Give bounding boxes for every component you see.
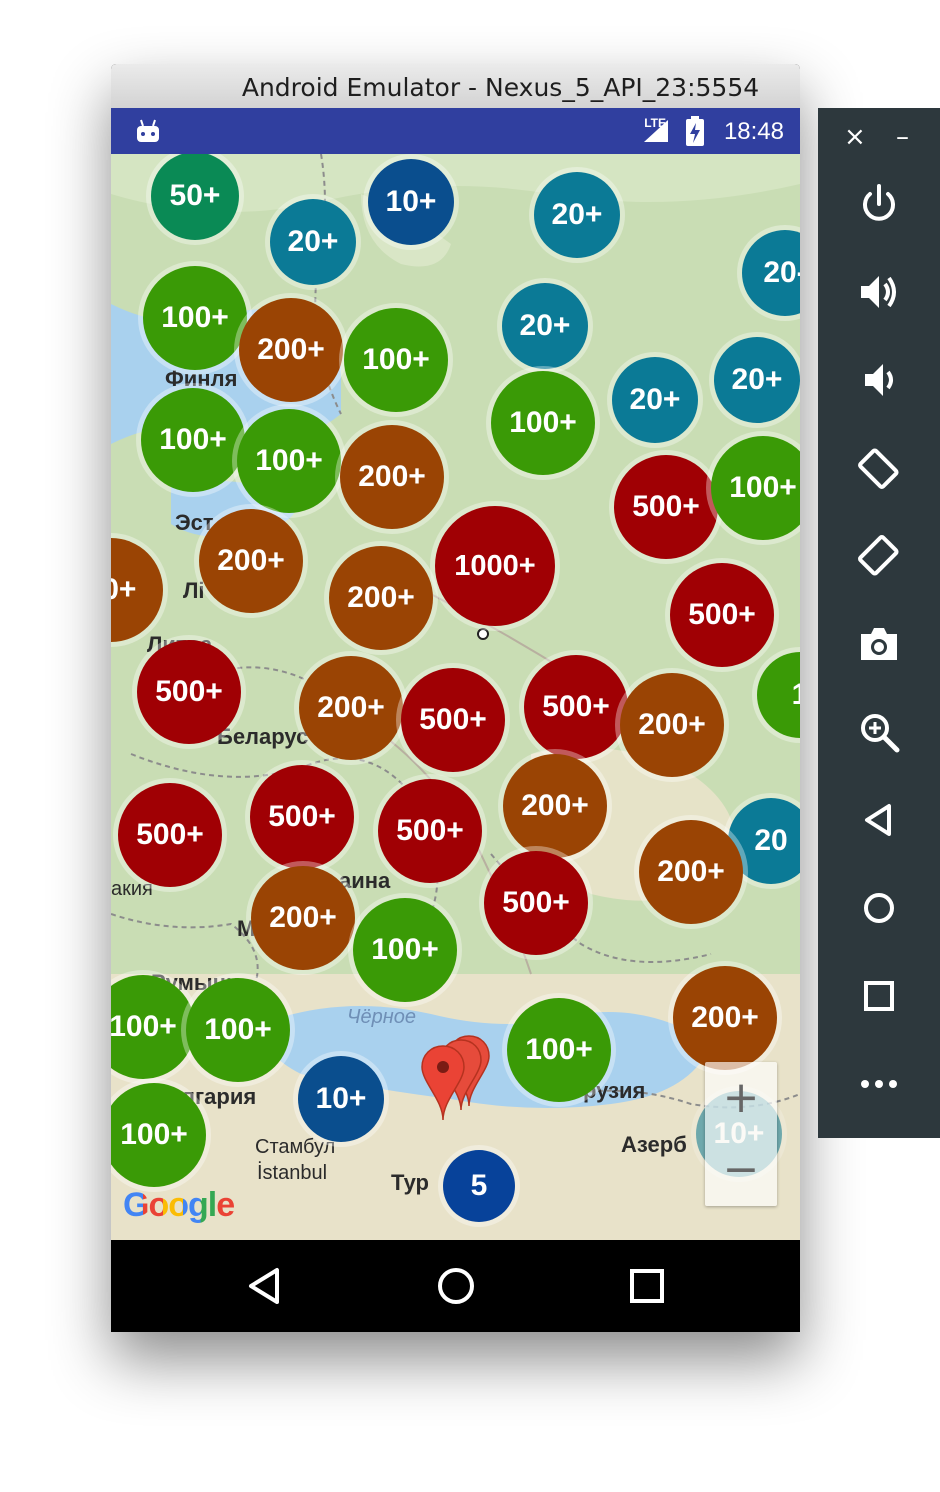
cluster-marker[interactable]: 100+ (491, 371, 595, 475)
cluster-marker[interactable]: 20+ (612, 357, 698, 443)
title-bar: Android Emulator - Nexus_5_API_23:5554 (111, 64, 800, 109)
rotate-left-icon[interactable] (855, 444, 903, 492)
cluster-marker[interactable]: 500+ (137, 640, 241, 744)
map-label-istanbul: İstanbul (257, 1162, 328, 1184)
map-label-belarus: Беларус (217, 724, 309, 749)
cluster-marker[interactable]: 1000+ (435, 506, 555, 626)
cluster-marker[interactable]: 200+ (299, 656, 403, 760)
google-logo: Google (123, 1186, 235, 1225)
cluster-marker[interactable]: 500+ (670, 563, 774, 667)
zoom-in-button[interactable]: + (705, 1062, 777, 1134)
cluster-marker[interactable]: 20+ (502, 283, 588, 369)
cluster-marker[interactable]: 200+ (503, 754, 607, 858)
cluster-marker[interactable]: 500+ (250, 765, 354, 869)
cluster-marker[interactable]: 100+ (237, 409, 341, 513)
cluster-marker[interactable]: 50+ (151, 154, 239, 240)
volume-down-icon[interactable] (855, 356, 903, 404)
map-view[interactable]: Финля Эст Лі Литва Беларус М аина акия Р… (111, 154, 800, 1240)
map-label-azerbaijan: Азерб (621, 1132, 687, 1157)
nav-back-button[interactable] (237, 1258, 293, 1314)
emulator-window: Android Emulator - Nexus_5_API_23:5554 L… (111, 64, 800, 1332)
zoom-out-button[interactable]: − (705, 1134, 777, 1206)
nav-home-button[interactable] (428, 1258, 484, 1314)
signal-icon (642, 118, 670, 149)
window-title: Android Emulator - Nexus_5_API_23:5554 (241, 73, 760, 102)
battery-icon (686, 116, 704, 151)
cluster-marker[interactable]: 100+ (186, 978, 290, 1082)
cluster-marker[interactable]: 200+ (199, 509, 303, 613)
status-time: 18:48 (723, 118, 784, 145)
overview-icon[interactable] (855, 972, 903, 1020)
status-bar: LTE 18:48 (111, 108, 800, 154)
camera-icon[interactable] (855, 620, 903, 668)
cluster-marker[interactable]: 200+ (673, 966, 777, 1070)
more-icon[interactable] (855, 1060, 903, 1108)
cluster-marker[interactable]: 500+ (484, 851, 588, 955)
cluster-marker[interactable]: 200+ (239, 298, 343, 402)
cluster-marker[interactable]: 100+ (353, 898, 457, 1002)
android-notification-icon (135, 118, 161, 149)
cluster-marker[interactable]: 100+ (344, 308, 448, 412)
zoom-icon[interactable] (855, 708, 903, 756)
google-attribution: Google (123, 1186, 235, 1224)
navigation-bar (111, 1240, 800, 1332)
cluster-marker[interactable]: 100+ (143, 266, 247, 370)
cluster-marker[interactable]: 500+ (614, 455, 718, 559)
map-label-black-sea: Чёрное (347, 1006, 416, 1028)
cluster-marker[interactable]: 100+ (141, 388, 245, 492)
map-marker-group[interactable] (417, 1032, 497, 1132)
cluster-marker[interactable]: 500+ (401, 668, 505, 772)
cluster-marker[interactable]: 200+ (329, 546, 433, 650)
map-label-turkey: Тур (391, 1170, 429, 1195)
map-label-latvia: Лі (183, 578, 205, 603)
volume-up-icon[interactable] (855, 268, 903, 316)
cluster-marker[interactable]: 10+ (368, 159, 454, 245)
nav-overview-button[interactable] (619, 1258, 675, 1314)
zoom-controls: + − (705, 1062, 777, 1206)
back-icon[interactable] (855, 796, 903, 844)
cluster-marker[interactable]: 500+ (118, 783, 222, 887)
cluster-marker[interactable]: 500+ (378, 779, 482, 883)
rotate-right-icon[interactable] (855, 532, 903, 580)
minimize-button[interactable]: – (896, 122, 909, 152)
cluster-marker[interactable]: 200+ (620, 673, 724, 777)
close-button[interactable]: × (844, 122, 866, 152)
cluster-marker[interactable]: 20+ (534, 172, 620, 258)
cluster-marker[interactable]: 100+ (507, 998, 611, 1102)
cluster-marker[interactable]: 10+ (298, 1056, 384, 1142)
home-icon[interactable] (855, 884, 903, 932)
cluster-marker[interactable]: 5 (443, 1150, 515, 1222)
cluster-marker[interactable]: 200+ (340, 425, 444, 529)
cluster-marker[interactable]: 200+ (251, 866, 355, 970)
emulator-side-panel: × – (818, 108, 940, 1138)
power-icon[interactable] (855, 180, 903, 228)
cluster-marker[interactable]: 20+ (270, 199, 356, 285)
cluster-marker[interactable]: 20+ (714, 337, 800, 423)
cluster-marker[interactable]: 200+ (639, 820, 743, 924)
cluster-marker[interactable]: 500+ (524, 655, 628, 759)
map-label-istanbul-ru: Стамбул (255, 1136, 336, 1158)
